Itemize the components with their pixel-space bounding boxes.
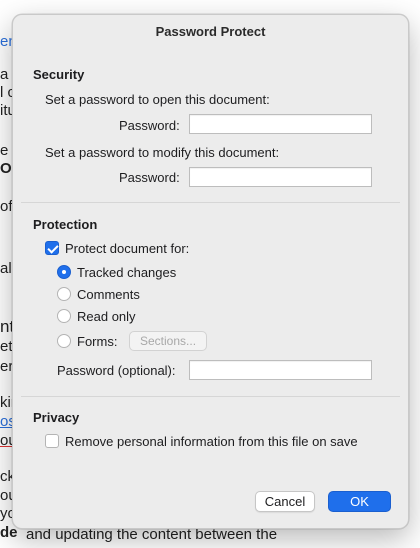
bg-text: a — [0, 66, 9, 83]
section-divider — [21, 202, 400, 203]
remove-personal-info-label: Remove personal information from this fi… — [65, 434, 358, 449]
radio-read-only[interactable] — [57, 309, 71, 323]
radio-forms[interactable] — [57, 334, 71, 348]
password-protect-dialog: Password Protect Security Set a password… — [12, 14, 409, 529]
radio-comments[interactable] — [57, 287, 71, 301]
ok-button[interactable]: OK — [328, 491, 391, 512]
protect-document-checkbox[interactable] — [45, 241, 59, 255]
optional-password-field[interactable] — [189, 360, 372, 380]
bg-text: of — [0, 198, 13, 215]
open-password-field[interactable] — [189, 114, 372, 134]
sections-button[interactable]: Sections... — [129, 331, 208, 351]
bg-text: al — [0, 260, 12, 277]
open-password-caption: Set a password to open this document: — [45, 92, 270, 107]
radio-comments-label: Comments — [77, 287, 140, 302]
privacy-section-title: Privacy — [33, 410, 80, 425]
radio-tracked-changes[interactable] — [57, 265, 71, 279]
open-password-label: Password: — [119, 118, 180, 133]
optional-password-label: Password (optional): — [57, 363, 176, 378]
modify-password-field[interactable] — [189, 167, 372, 187]
section-divider — [21, 396, 400, 397]
remove-personal-info-checkbox[interactable] — [45, 434, 59, 448]
dialog-title: Password Protect — [155, 24, 266, 39]
protection-section-title: Protection — [33, 217, 98, 232]
radio-forms-label: Forms: — [77, 334, 118, 349]
radio-tracked-changes-label: Tracked changes — [77, 265, 177, 280]
security-section-title: Security — [33, 67, 85, 82]
cancel-button[interactable]: Cancel — [255, 491, 315, 512]
modify-password-caption: Set a password to modify this document: — [45, 145, 280, 160]
modify-password-label: Password: — [119, 170, 180, 185]
radio-read-only-label: Read only — [77, 309, 136, 324]
protect-document-label: Protect document for: — [65, 241, 190, 256]
